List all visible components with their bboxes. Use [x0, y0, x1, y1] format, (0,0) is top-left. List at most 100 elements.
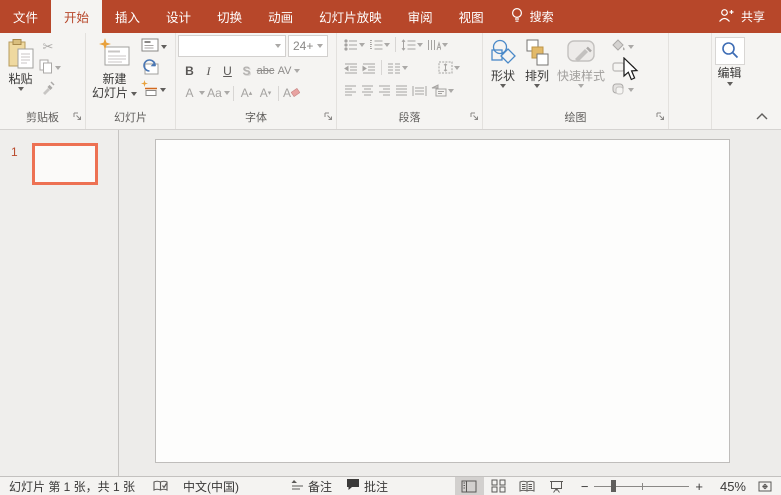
- tab-review[interactable]: 审阅: [395, 0, 446, 33]
- shape-fill-dropdown-arrow-icon[interactable]: [628, 44, 635, 49]
- spell-check-button[interactable]: [153, 480, 168, 493]
- quick-styles-button[interactable]: 快速样式: [554, 35, 608, 88]
- shapes-button[interactable]: 形状: [486, 35, 520, 88]
- align-center-button[interactable]: [359, 81, 376, 101]
- font-dialog-launcher-icon[interactable]: [324, 110, 333, 124]
- language-button[interactable]: 中文(中国): [183, 478, 239, 495]
- tab-design[interactable]: 设计: [153, 0, 204, 33]
- zoom-slider-thumb[interactable]: [611, 480, 617, 492]
- convert-to-smartart-button[interactable]: [429, 81, 456, 101]
- text-shadow-button[interactable]: S: [237, 61, 256, 81]
- arrange-button[interactable]: 排列: [520, 35, 554, 88]
- paste-dropdown-arrow-icon[interactable]: [17, 87, 24, 91]
- character-spacing-dropdown-arrow-icon[interactable]: [294, 69, 300, 73]
- tab-animations[interactable]: 动画: [255, 0, 306, 33]
- font-size-combobox[interactable]: 24+: [288, 35, 328, 57]
- slideshow-view-button[interactable]: [542, 477, 571, 495]
- distribute-text-button[interactable]: [410, 81, 429, 101]
- slide-thumbnail-1[interactable]: [32, 143, 98, 185]
- align-left-button[interactable]: [342, 81, 359, 101]
- editing-button[interactable]: 编辑: [678, 37, 781, 86]
- font-name-dropdown-arrow-icon[interactable]: [275, 44, 281, 48]
- slide-layout-button[interactable]: [141, 38, 159, 55]
- section-button[interactable]: [141, 80, 158, 99]
- slide-sorter-view-button[interactable]: [484, 477, 513, 495]
- cut-button[interactable]: ✂: [38, 37, 58, 56]
- clear-formatting-button[interactable]: A: [282, 83, 301, 103]
- numbering-button[interactable]: [367, 35, 392, 55]
- fit-to-window-button[interactable]: [758, 480, 772, 493]
- search-box[interactable]: 搜索: [497, 0, 567, 33]
- strikethrough-button[interactable]: abc: [256, 61, 275, 81]
- editing-dropdown-arrow-icon[interactable]: [726, 82, 733, 86]
- character-spacing-button[interactable]: AV: [275, 61, 294, 81]
- smartart-dropdown-arrow-icon[interactable]: [448, 88, 454, 93]
- zoom-in-button[interactable]: +: [695, 479, 703, 494]
- italic-button[interactable]: I: [199, 61, 218, 81]
- tab-view[interactable]: 视图: [446, 0, 497, 33]
- zoom-slider[interactable]: [594, 477, 690, 495]
- tab-home[interactable]: 开始: [51, 0, 103, 33]
- new-slide-button[interactable]: 新建 幻灯片: [89, 35, 140, 100]
- font-size-dropdown-arrow-icon[interactable]: [317, 44, 323, 48]
- slide-counter[interactable]: 幻灯片 第 1 张，共 1 张: [9, 478, 135, 495]
- change-case-button[interactable]: Aa: [205, 83, 224, 103]
- decrease-font-size-button[interactable]: A ▾: [256, 83, 275, 103]
- align-text-dropdown-arrow-icon[interactable]: [454, 65, 460, 70]
- text-direction-dropdown-arrow-icon[interactable]: [442, 42, 448, 47]
- bold-button[interactable]: B: [180, 61, 199, 81]
- share-button[interactable]: 共享: [702, 0, 781, 33]
- notes-button[interactable]: 备注: [291, 478, 332, 495]
- format-painter-button[interactable]: [38, 80, 58, 99]
- tab-slideshow[interactable]: 幻灯片放映: [306, 0, 395, 33]
- notes-icon: [291, 479, 304, 493]
- line-spacing-button[interactable]: [399, 35, 425, 55]
- shape-effects-dropdown-arrow-icon[interactable]: [628, 87, 635, 92]
- line-spacing-dropdown-arrow-icon[interactable]: [417, 42, 423, 47]
- arrange-label: 排列: [524, 69, 549, 83]
- font-name-combobox[interactable]: [178, 35, 286, 57]
- comments-button[interactable]: 批注: [346, 478, 388, 495]
- columns-dropdown-arrow-icon[interactable]: [402, 65, 408, 70]
- drawing-dialog-launcher-icon[interactable]: [656, 110, 665, 124]
- copy-dropdown-arrow-icon[interactable]: [55, 66, 61, 70]
- paragraph-dialog-launcher-icon[interactable]: [470, 110, 479, 124]
- arrange-dropdown-arrow-icon[interactable]: [534, 84, 540, 88]
- copy-button[interactable]: [39, 59, 53, 77]
- ribbon-group-slides: 新建 幻灯片 幻灯片: [86, 33, 176, 129]
- decrease-indent-button[interactable]: [342, 58, 360, 78]
- underline-button[interactable]: U: [218, 61, 237, 81]
- increase-indent-button[interactable]: [360, 58, 378, 78]
- bullets-button[interactable]: [342, 35, 367, 55]
- shape-fill-button[interactable]: [611, 38, 626, 55]
- reading-view-button[interactable]: [513, 477, 542, 495]
- change-case-dropdown-arrow-icon[interactable]: [224, 91, 230, 95]
- clipboard-dialog-launcher-icon[interactable]: [73, 110, 82, 124]
- align-right-button[interactable]: [376, 81, 393, 101]
- zoom-out-button[interactable]: −: [581, 479, 589, 494]
- columns-button[interactable]: [385, 58, 410, 78]
- align-text-button[interactable]: [436, 58, 462, 78]
- shapes-dropdown-arrow-icon[interactable]: [500, 84, 506, 88]
- zoom-level[interactable]: 45%: [713, 479, 746, 494]
- shapes-label: 形状: [490, 69, 515, 83]
- justify-button[interactable]: [393, 81, 410, 101]
- quick-styles-dropdown-arrow-icon[interactable]: [578, 84, 584, 88]
- text-direction-button[interactable]: [425, 35, 450, 55]
- share-label: 共享: [740, 10, 765, 24]
- layout-dropdown-arrow-icon[interactable]: [161, 44, 168, 49]
- new-slide-dropdown-arrow-icon[interactable]: [131, 91, 138, 96]
- slide-canvas[interactable]: [155, 139, 730, 463]
- tab-file[interactable]: 文件: [0, 0, 51, 33]
- reset-slide-button[interactable]: [140, 58, 160, 78]
- tab-transitions[interactable]: 切换: [204, 0, 255, 33]
- increase-font-size-button[interactable]: A ▴: [237, 83, 256, 103]
- paste-button[interactable]: 粘贴: [3, 35, 38, 91]
- bullets-dropdown-arrow-icon[interactable]: [359, 42, 365, 47]
- normal-view-button[interactable]: [454, 477, 484, 495]
- numbering-dropdown-arrow-icon[interactable]: [384, 42, 390, 47]
- tab-insert[interactable]: 插入: [102, 0, 153, 33]
- section-dropdown-arrow-icon[interactable]: [160, 87, 167, 92]
- collapse-ribbon-button[interactable]: [756, 109, 768, 123]
- font-color-button[interactable]: A: [180, 83, 199, 103]
